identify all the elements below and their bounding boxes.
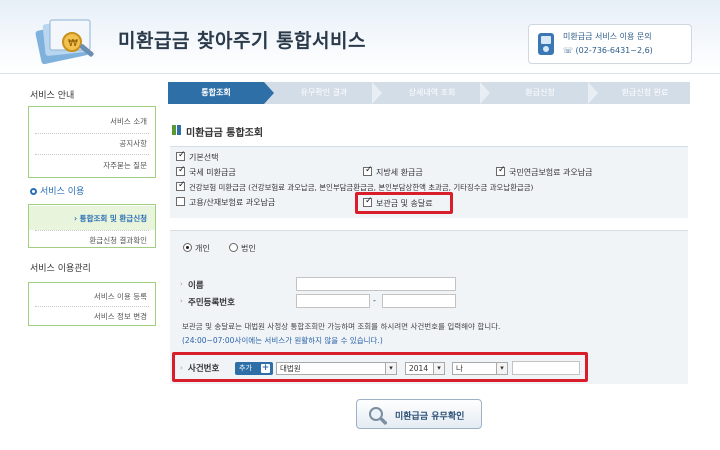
bullet-icon: › bbox=[180, 297, 183, 305]
sidebar-divider bbox=[35, 306, 149, 307]
progress-steps: 통합조회 유무확인 결과 상세내역 조회 환급신청 환급신청 완료 bbox=[168, 82, 690, 104]
name-label: 이름 bbox=[188, 281, 204, 291]
checkbox-national-tax[interactable]: ✓ bbox=[176, 165, 186, 176]
sidebar-box-service-info: 서비스 소개 공지사항 자주묻는 질문 bbox=[28, 106, 156, 178]
deposit-fee-note: 보관금 및 송달료는 대법원 사정상 통합조회만 가능하며 조회를 하시려면 사… bbox=[182, 322, 501, 331]
checkmark-icon: ✓ bbox=[178, 165, 186, 175]
radio-individual[interactable] bbox=[183, 243, 192, 252]
sidebar-item-faq[interactable]: 자주묻는 질문 bbox=[103, 160, 147, 171]
step-detail-search: 상세내역 조회 bbox=[408, 88, 456, 97]
sidebar-heading-service-use-label: 서비스 이용 bbox=[40, 187, 85, 197]
sidebar-item-integrated-search[interactable]: › 통합조회 및 환급신청 bbox=[74, 213, 147, 224]
sidebar-bullet-icon bbox=[30, 188, 37, 195]
sidebar-item-notice[interactable]: 공지사항 bbox=[119, 138, 147, 149]
sidebar-divider bbox=[35, 154, 149, 155]
magnifier-icon bbox=[369, 407, 388, 425]
check-refund-button[interactable]: 미환급금 유무확인 bbox=[356, 399, 482, 429]
contact-phone: ☏ (02-736-6431~2,6) bbox=[563, 46, 653, 55]
checkbox-health-insurance[interactable]: ✓ bbox=[176, 180, 186, 191]
sidebar-item-service-intro[interactable]: 서비스 소개 bbox=[110, 116, 147, 127]
sidebar-box-service-use: › 통합조회 및 환급신청 환급신청 결과확인 bbox=[28, 204, 156, 248]
sidebar-heading-service-info: 서비스 안내 bbox=[30, 91, 75, 101]
label-national-pension: 국민연금보험료 과오납금 bbox=[509, 168, 593, 177]
step-integrated-search: 통합조회 bbox=[168, 82, 264, 104]
sidebar-item-service-register[interactable]: 서비스 이용 등록 bbox=[94, 291, 147, 302]
sidebar-item-refund-result[interactable]: 환급신청 결과확인 bbox=[89, 235, 147, 246]
check-refund-button-label: 미환급금 유무확인 bbox=[395, 412, 465, 422]
name-input[interactable] bbox=[296, 277, 456, 291]
rrn-label: 주민등록번호 bbox=[188, 298, 235, 308]
sidebar-item-service-change[interactable]: 서비스 정보 변경 bbox=[94, 311, 147, 322]
label-basic-select: 기본선택 bbox=[189, 153, 219, 162]
label-corporation: 법인 bbox=[241, 244, 256, 253]
step-arrow-icon bbox=[372, 82, 382, 104]
label-national-tax: 국세 미환급금 bbox=[189, 168, 236, 177]
sidebar-divider bbox=[35, 133, 149, 134]
highlight-deposit-fee bbox=[355, 192, 453, 214]
customer-service-icon bbox=[538, 33, 554, 55]
step-refund-complete: 환급신청 완료 bbox=[621, 88, 669, 97]
service-time-note: (24:00~07:00사이에는 서비스가 원활하지 않을 수 있습니다.) bbox=[182, 336, 383, 345]
checkbox-basic-select[interactable]: ✓ bbox=[176, 150, 186, 161]
label-local-tax: 지방세 환급금 bbox=[376, 168, 423, 177]
label-employment-insurance: 고용/산재보험료 과오납금 bbox=[189, 198, 276, 207]
sidebar-item-integrated-search-label: 통합조회 및 환급신청 bbox=[79, 214, 147, 223]
step-arrow-icon bbox=[588, 82, 598, 104]
sidebar-box-service-manage: 서비스 이용 등록 서비스 정보 변경 bbox=[28, 282, 156, 326]
checkmark-icon: ✓ bbox=[498, 165, 506, 175]
bullet-icon: › bbox=[180, 280, 183, 288]
step-arrow-icon bbox=[480, 82, 490, 104]
contact-title: 미환급금 서비스 이용 문의 bbox=[563, 32, 652, 41]
section-marker-icon bbox=[172, 125, 181, 135]
label-individual: 개인 bbox=[195, 244, 210, 253]
checkmark-icon: ✓ bbox=[365, 165, 373, 175]
checkbox-national-pension[interactable]: ✓ bbox=[496, 165, 506, 176]
section-title: 미환급금 통합조회 bbox=[186, 128, 264, 139]
checkmark-icon: ✓ bbox=[178, 150, 186, 160]
rrn-separator: - bbox=[373, 296, 376, 305]
step-arrow-icon bbox=[264, 82, 274, 104]
sidebar-heading-service-use: 서비스 이용 bbox=[30, 184, 84, 197]
contact-box: 미환급금 서비스 이용 문의 ☏ (02-736-6431~2,6) bbox=[528, 24, 692, 64]
page-header: ₩ 미환급금 찾아주기 통합서비스 미환급금 서비스 이용 문의 ☏ (02-7… bbox=[0, 0, 720, 74]
step-check-result: 유무확인 결과 bbox=[300, 88, 348, 97]
svg-text:₩: ₩ bbox=[68, 38, 78, 49]
sidebar-divider bbox=[35, 230, 149, 231]
sidebar-heading-service-manage: 서비스 이용관리 bbox=[30, 264, 91, 274]
radio-corporation[interactable] bbox=[229, 243, 238, 252]
contact-phone-number: (02-736-6431~2,6) bbox=[575, 46, 653, 55]
document-search-logo-icon: ₩ bbox=[35, 19, 94, 65]
checkmark-icon: ✓ bbox=[178, 180, 186, 190]
checkbox-local-tax[interactable]: ✓ bbox=[363, 165, 373, 176]
rrn-back-input[interactable] bbox=[382, 294, 456, 308]
service-title: 미환급금 찾아주기 통합서비스 bbox=[118, 30, 366, 52]
highlight-case-number bbox=[172, 352, 588, 382]
rrn-front-input[interactable] bbox=[296, 294, 370, 308]
step-refund-request: 환급신청 bbox=[525, 88, 555, 97]
checkbox-employment-insurance[interactable] bbox=[176, 197, 185, 206]
